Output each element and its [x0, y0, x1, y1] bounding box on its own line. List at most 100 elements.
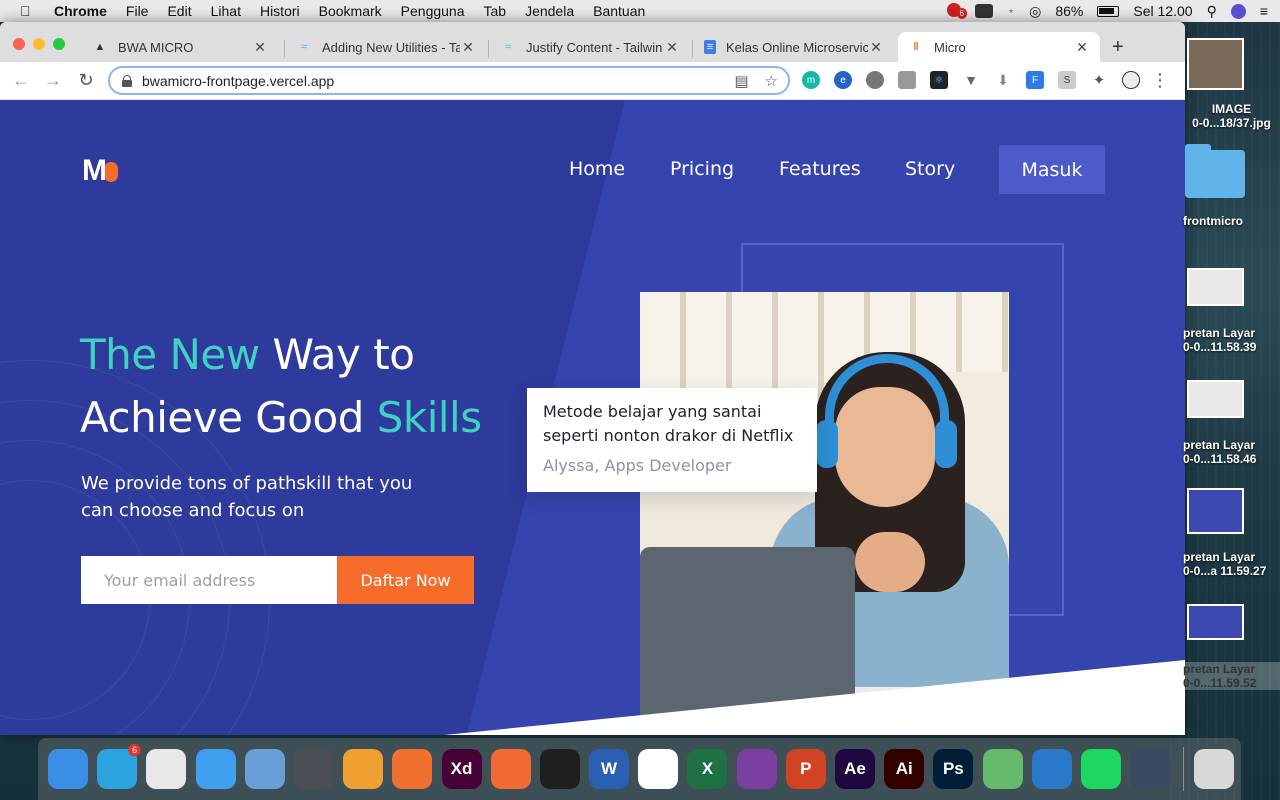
- wifi-icon[interactable]: ◎: [1029, 3, 1041, 20]
- desktop-item-folder[interactable]: frontmicro: [1183, 214, 1280, 228]
- menu-edit[interactable]: Edit: [167, 3, 191, 19]
- spotlight-icon[interactable]: ⚲: [1207, 3, 1217, 20]
- close-window-button[interactable]: [13, 38, 25, 50]
- after-effects-icon[interactable]: Ae: [835, 749, 875, 789]
- menu-app-name[interactable]: Chrome: [54, 3, 107, 19]
- screenshot-thumbnail[interactable]: [1187, 604, 1244, 640]
- postico-icon[interactable]: [343, 749, 384, 789]
- extension-s-icon[interactable]: S: [1058, 71, 1076, 89]
- tab-google-docs[interactable]: ≡ Kelas Online Microservic ✕: [694, 32, 894, 62]
- adobe-xd-icon[interactable]: Xd: [441, 749, 482, 789]
- desktop-item-screenshot[interactable]: pretan Layar 0-0...11.58.39: [1183, 326, 1280, 354]
- close-tab-icon[interactable]: ✕: [460, 39, 476, 56]
- login-button[interactable]: Masuk: [999, 145, 1105, 194]
- forward-icon[interactable]: →: [42, 70, 64, 91]
- profile-avatar-icon[interactable]: [1122, 71, 1140, 89]
- maximize-window-button[interactable]: [53, 38, 65, 50]
- menu-profile[interactable]: Pengguna: [401, 3, 465, 19]
- url-text[interactable]: bwamicro-frontpage.vercel.app: [142, 73, 334, 89]
- atom-icon[interactable]: [982, 749, 1023, 789]
- spotify-icon[interactable]: [1080, 749, 1121, 789]
- nav-story[interactable]: Story: [905, 158, 955, 180]
- nav-features[interactable]: Features: [779, 158, 861, 180]
- screenshot-thumbnail[interactable]: [1187, 380, 1244, 418]
- email-input[interactable]: [81, 556, 337, 604]
- headphone-ear-right: [935, 420, 957, 468]
- close-tab-icon[interactable]: ✕: [664, 39, 680, 56]
- screenshot-thumbnail[interactable]: [1187, 488, 1244, 534]
- desktop-image-thumbnail[interactable]: [1187, 38, 1244, 90]
- screenshot-thumbnail[interactable]: [1187, 268, 1244, 306]
- back-icon[interactable]: ←: [10, 70, 32, 91]
- preview-icon[interactable]: [244, 749, 285, 789]
- close-tab-icon[interactable]: ✕: [868, 39, 884, 56]
- illustrator-icon[interactable]: Ai: [884, 749, 925, 789]
- clock[interactable]: Sel 12.00: [1133, 3, 1192, 19]
- vscode-icon[interactable]: [1031, 749, 1072, 789]
- word-icon[interactable]: W: [589, 749, 630, 789]
- close-tab-icon[interactable]: ✕: [1074, 39, 1090, 56]
- extensions-puzzle-icon[interactable]: ✦: [1090, 71, 1108, 89]
- close-tab-icon[interactable]: ✕: [252, 39, 268, 56]
- bluetooth-icon[interactable]: ⋆: [1007, 3, 1015, 19]
- apple-menu-icon[interactable]: : [20, 3, 38, 19]
- finder-icon[interactable]: [48, 749, 88, 789]
- postman-icon[interactable]: [490, 749, 531, 789]
- bookmark-star-icon[interactable]: ☆: [765, 72, 778, 90]
- register-button[interactable]: Daftar Now: [337, 556, 474, 604]
- extension-e-icon[interactable]: e: [834, 71, 852, 89]
- logo-orange-shape: [104, 162, 118, 182]
- menu-history[interactable]: Histori: [260, 3, 300, 19]
- menu-bookmark[interactable]: Bookmark: [319, 3, 382, 19]
- nav-home[interactable]: Home: [569, 158, 625, 180]
- tableplus-icon[interactable]: [293, 749, 334, 789]
- tab-micro-active[interactable]: ‖ Micro ✕: [898, 32, 1100, 62]
- menu-help[interactable]: Bantuan: [593, 3, 645, 19]
- safari-icon[interactable]: [195, 749, 236, 789]
- extension-vue-icon[interactable]: ▼: [962, 71, 980, 89]
- extension-f-icon[interactable]: F: [1026, 71, 1044, 89]
- menu-file[interactable]: File: [126, 3, 149, 19]
- control-list-icon[interactable]: ≡: [1260, 3, 1268, 19]
- minimize-window-button[interactable]: [33, 38, 45, 50]
- desktop-item-screenshot[interactable]: pretan Layar 0-0...11.58.46: [1183, 438, 1280, 466]
- menu-tab[interactable]: Tab: [484, 3, 507, 19]
- siri-icon[interactable]: [1230, 3, 1246, 19]
- extension-react-icon[interactable]: ⚛: [930, 71, 948, 89]
- extension-m-icon[interactable]: m: [802, 71, 820, 89]
- telegram-icon[interactable]: 6: [97, 744, 142, 789]
- extension-camera-icon[interactable]: [898, 71, 916, 89]
- quicktime-icon[interactable]: [1130, 749, 1171, 789]
- excel-icon[interactable]: X: [687, 749, 728, 789]
- extension-tomato-icon[interactable]: [866, 71, 884, 89]
- site-logo[interactable]: M: [82, 154, 122, 187]
- translate-icon[interactable]: ▤: [734, 72, 748, 90]
- reload-icon[interactable]: ↻: [75, 70, 97, 91]
- nav-pricing[interactable]: Pricing: [670, 158, 734, 180]
- menu-view[interactable]: Lihat: [211, 3, 241, 19]
- battery-percent[interactable]: 86%: [1055, 3, 1083, 19]
- desktop-item-image[interactable]: IMAGE 0-0...18/37.jpg: [1183, 102, 1280, 130]
- tab-tailwind-utilities[interactable]: ≈ Adding New Utilities - Ta ✕: [286, 32, 486, 62]
- elephant-status-icon[interactable]: [975, 4, 993, 18]
- figma-icon[interactable]: [539, 749, 580, 789]
- desktop-item-screenshot[interactable]: pretan Layar 0-0...a 11.59.27: [1183, 550, 1280, 578]
- tab-tailwind-justify[interactable]: ≈ Justify Content - Tailwin ✕: [490, 32, 690, 62]
- extension-download-icon[interactable]: ⬇: [994, 71, 1012, 89]
- sourcetree-icon[interactable]: [392, 749, 433, 789]
- photoshop-icon[interactable]: Ps: [933, 749, 974, 789]
- new-tab-button[interactable]: +: [1112, 36, 1124, 59]
- status-app-icon[interactable]: 6: [947, 2, 967, 20]
- tab-bwa-micro[interactable]: ▲ BWA MICRO ✕: [82, 32, 278, 62]
- address-bar[interactable]: bwamicro-frontpage.vercel.app ▤ ☆: [108, 66, 790, 95]
- folder-icon[interactable]: [1185, 144, 1245, 198]
- trash-icon[interactable]: [1194, 749, 1235, 789]
- desktop-item-screenshot-selected[interactable]: pretan Layar 0-0...11.59.52: [1183, 662, 1280, 690]
- menu-window[interactable]: Jendela: [525, 3, 574, 19]
- github-desktop-icon[interactable]: [736, 749, 777, 789]
- browser-menu-icon[interactable]: ⋮: [1151, 70, 1169, 91]
- chrome-icon[interactable]: [146, 749, 187, 789]
- lock-icon[interactable]: [122, 74, 132, 87]
- mongodb-icon[interactable]: [638, 749, 679, 789]
- powerpoint-icon[interactable]: P: [785, 749, 826, 789]
